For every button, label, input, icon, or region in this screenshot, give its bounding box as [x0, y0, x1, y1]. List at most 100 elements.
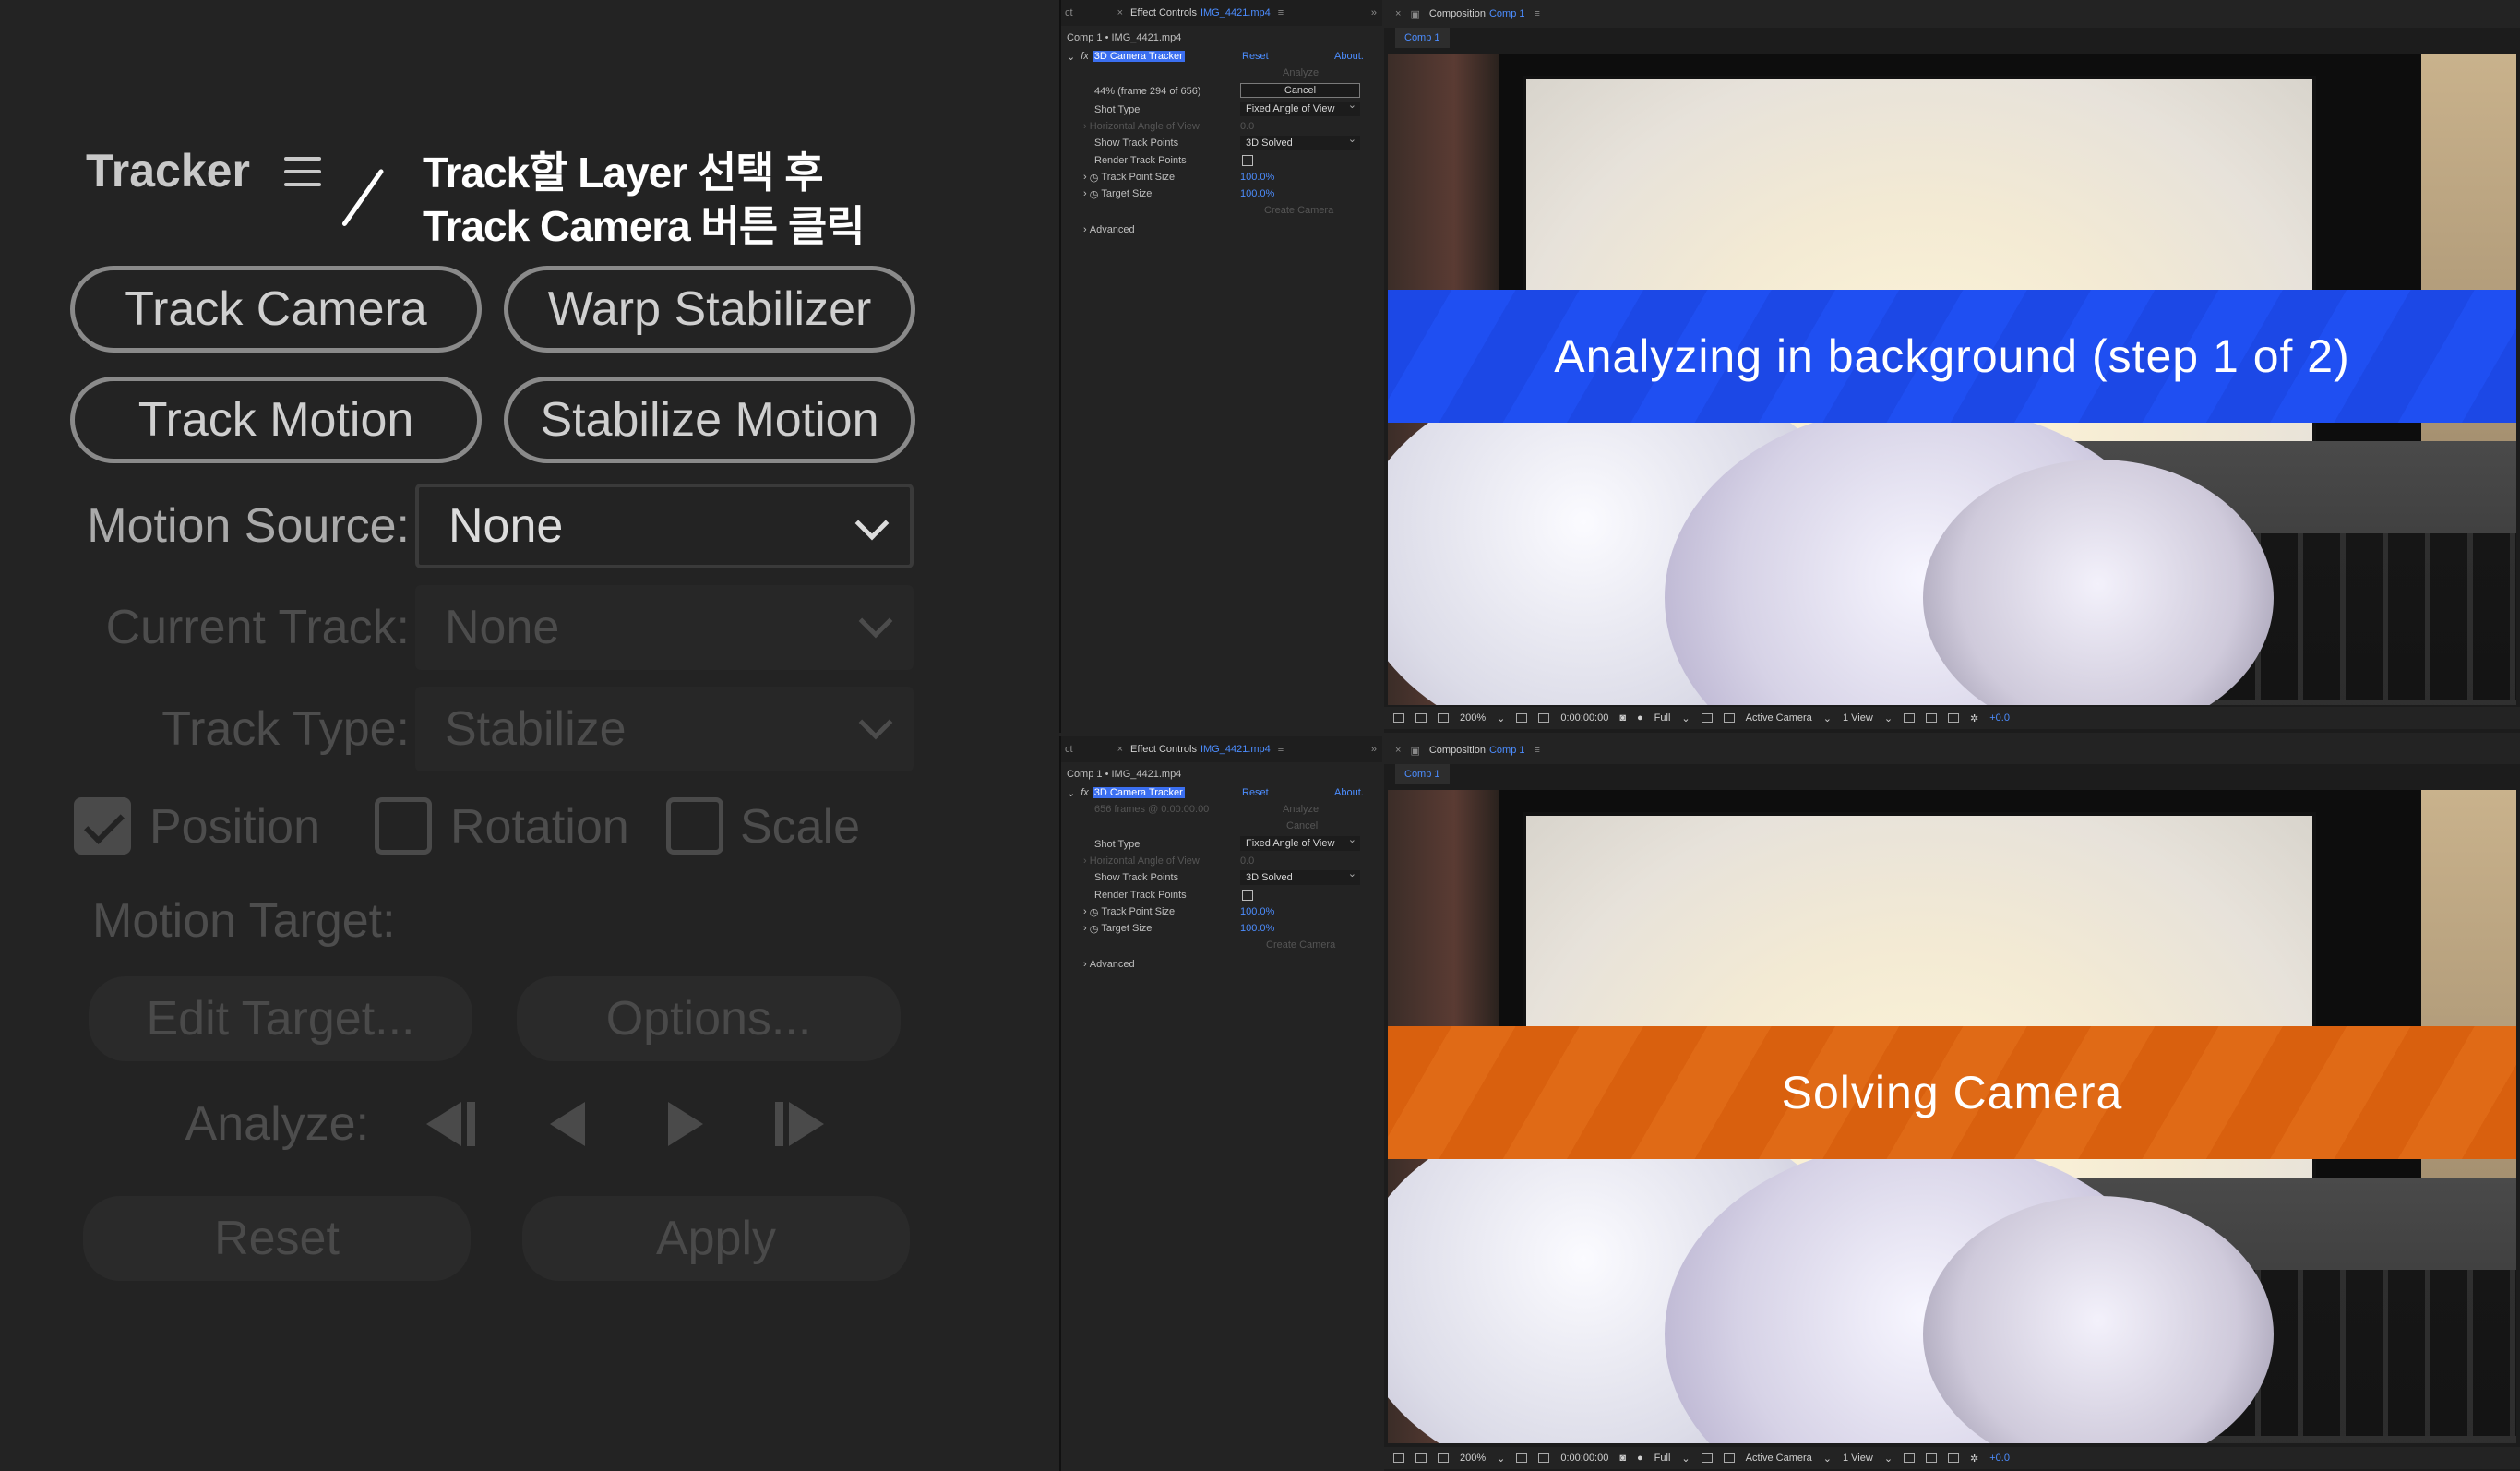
- cancel-button[interactable]: Cancel: [1061, 818, 1384, 834]
- safe-area-icon[interactable]: [1516, 713, 1528, 723]
- composition-tab-title[interactable]: Composition: [1429, 8, 1486, 19]
- shot-type-dropdown[interactable]: Fixed Angle of View: [1240, 99, 1360, 116]
- close-tab-icon[interactable]: ×: [1395, 8, 1401, 19]
- track-motion-button[interactable]: Track Motion: [70, 377, 482, 463]
- reset-link[interactable]: Reset: [1242, 51, 1269, 62]
- transparency-grid-icon[interactable]: [1723, 1453, 1735, 1463]
- camera-snapshot-icon[interactable]: ◙: [1619, 712, 1626, 724]
- expand-panels-icon[interactable]: »: [1371, 744, 1377, 755]
- flowchart-icon[interactable]: [1948, 1453, 1960, 1463]
- resolution-dropdown[interactable]: Full: [1654, 1453, 1671, 1464]
- panel-menu-icon[interactable]: ≡: [1278, 744, 1284, 755]
- prev-tab-label[interactable]: ct: [1065, 7, 1073, 18]
- show-track-points-dropdown[interactable]: 3D Solved: [1240, 867, 1360, 885]
- fx-icon[interactable]: fx: [1081, 787, 1089, 798]
- mask-visibility-icon[interactable]: [1438, 713, 1449, 723]
- create-camera-button[interactable]: Create Camera: [1061, 202, 1384, 219]
- effect-controls-tab-title[interactable]: Effect Controls: [1130, 744, 1197, 755]
- toggle-pixel-aspect-icon[interactable]: [1904, 1453, 1916, 1463]
- timeline-icon[interactable]: [1926, 713, 1938, 723]
- lock-icon[interactable]: ▣: [1410, 8, 1419, 20]
- current-track-dropdown[interactable]: None: [415, 585, 914, 670]
- reset-exposure-icon[interactable]: ✲: [1970, 712, 1978, 724]
- position-checkbox[interactable]: [74, 797, 131, 855]
- reset-button[interactable]: Reset: [83, 1196, 471, 1281]
- fast-previews-icon[interactable]: [1701, 1453, 1713, 1463]
- advanced-row[interactable]: › Advanced: [1061, 956, 1384, 973]
- motion-source-dropdown[interactable]: None: [415, 484, 914, 568]
- view-layout-dropdown[interactable]: 1 View: [1843, 1453, 1873, 1464]
- stopwatch-icon[interactable]: ◷: [1090, 923, 1102, 935]
- comp-subtab[interactable]: Comp 1: [1395, 28, 1450, 48]
- analyze-button[interactable]: Analyze: [1061, 65, 1384, 81]
- exposure-value[interactable]: +0.0: [1989, 712, 2010, 724]
- effect-row[interactable]: ⌄ fx 3D Camera Tracker Reset About.: [1061, 48, 1384, 65]
- stopwatch-icon[interactable]: ◷: [1090, 172, 1102, 184]
- current-time[interactable]: 0:00:00:00: [1560, 712, 1608, 724]
- exposure-value[interactable]: +0.0: [1989, 1453, 2010, 1464]
- render-track-points-checkbox[interactable]: [1242, 890, 1253, 901]
- cancel-button[interactable]: Cancel: [1240, 83, 1360, 98]
- mask-visibility-icon[interactable]: [1438, 1453, 1449, 1463]
- target-size-value[interactable]: 100.0%: [1240, 923, 1274, 934]
- edit-target-button[interactable]: Edit Target...: [89, 976, 472, 1061]
- about-link[interactable]: About.: [1334, 51, 1364, 62]
- rotation-checkbox[interactable]: [375, 797, 432, 855]
- flowchart-icon[interactable]: [1948, 713, 1960, 723]
- safe-area-icon[interactable]: [1516, 1453, 1528, 1463]
- analyze-backward-icon[interactable]: [550, 1100, 585, 1148]
- track-point-size-value[interactable]: 100.0%: [1240, 172, 1274, 183]
- render-track-points-checkbox[interactable]: [1242, 155, 1253, 166]
- analyze-forward-one-frame-icon[interactable]: [775, 1100, 824, 1148]
- camera-view-dropdown[interactable]: Active Camera: [1746, 712, 1812, 724]
- always-preview-icon[interactable]: [1393, 713, 1404, 723]
- stabilize-motion-button[interactable]: Stabilize Motion: [504, 377, 915, 463]
- lock-icon[interactable]: ▣: [1410, 745, 1419, 757]
- analyze-button[interactable]: Analyze: [1061, 801, 1319, 818]
- comp-subtab[interactable]: Comp 1: [1395, 764, 1450, 784]
- transparency-grid-icon[interactable]: [1723, 713, 1735, 723]
- about-link[interactable]: About.: [1334, 787, 1364, 798]
- hamburger-menu-icon[interactable]: [284, 157, 321, 186]
- prev-tab-label[interactable]: ct: [1065, 744, 1073, 755]
- track-camera-button[interactable]: Track Camera: [70, 266, 482, 353]
- view-layout-dropdown[interactable]: 1 View: [1843, 712, 1873, 724]
- always-preview-icon[interactable]: [1393, 1453, 1404, 1463]
- effect-controls-tab-file[interactable]: IMG_4421.mp4: [1200, 744, 1271, 755]
- scale-checkbox[interactable]: [666, 797, 723, 855]
- timeline-icon[interactable]: [1926, 1453, 1938, 1463]
- close-tab-icon[interactable]: ×: [1117, 7, 1123, 18]
- close-tab-icon[interactable]: ×: [1117, 744, 1123, 755]
- panel-menu-icon[interactable]: ≡: [1278, 7, 1284, 18]
- resolution-dropdown[interactable]: Full: [1654, 712, 1671, 724]
- effect-row[interactable]: ⌄ fx 3D Camera Tracker Reset About.: [1061, 784, 1384, 801]
- panel-menu-icon[interactable]: ≡: [1535, 745, 1540, 756]
- composition-viewer[interactable]: Analyzing in background (step 1 of 2): [1388, 54, 2516, 705]
- reset-link[interactable]: Reset: [1242, 787, 1269, 798]
- composition-tab-comp[interactable]: Comp 1: [1489, 8, 1525, 19]
- composition-tab-comp[interactable]: Comp 1: [1489, 745, 1525, 756]
- current-time[interactable]: 0:00:00:00: [1560, 1453, 1608, 1464]
- analyze-backward-one-frame-icon[interactable]: [426, 1100, 475, 1148]
- stopwatch-icon[interactable]: ◷: [1090, 188, 1102, 200]
- track-point-size-value[interactable]: 100.0%: [1240, 906, 1274, 917]
- hav-value[interactable]: 0.0: [1240, 121, 1254, 132]
- effect-controls-tab-title[interactable]: Effect Controls: [1130, 7, 1197, 18]
- region-of-interest-icon[interactable]: [1538, 1453, 1550, 1463]
- apply-button[interactable]: Apply: [522, 1196, 910, 1281]
- fast-previews-icon[interactable]: [1701, 713, 1713, 723]
- region-of-interest-icon[interactable]: [1538, 713, 1550, 723]
- camera-snapshot-icon[interactable]: ◙: [1619, 1453, 1626, 1464]
- fx-icon[interactable]: fx: [1081, 51, 1089, 62]
- chevron-down-icon[interactable]: ⌄: [1067, 787, 1075, 799]
- expand-panels-icon[interactable]: »: [1371, 7, 1377, 18]
- camera-view-dropdown[interactable]: Active Camera: [1746, 1453, 1812, 1464]
- panel-menu-icon[interactable]: ≡: [1535, 8, 1540, 19]
- create-camera-button[interactable]: Create Camera: [1061, 937, 1384, 953]
- color-channels-icon[interactable]: ●: [1637, 712, 1643, 724]
- close-tab-icon[interactable]: ×: [1395, 745, 1401, 756]
- options-button[interactable]: Options...: [517, 976, 901, 1061]
- composition-viewer[interactable]: Solving Camera: [1388, 790, 2516, 1443]
- track-type-dropdown[interactable]: Stabilize: [415, 687, 914, 771]
- magnification-dropdown[interactable]: 200%: [1460, 1453, 1486, 1464]
